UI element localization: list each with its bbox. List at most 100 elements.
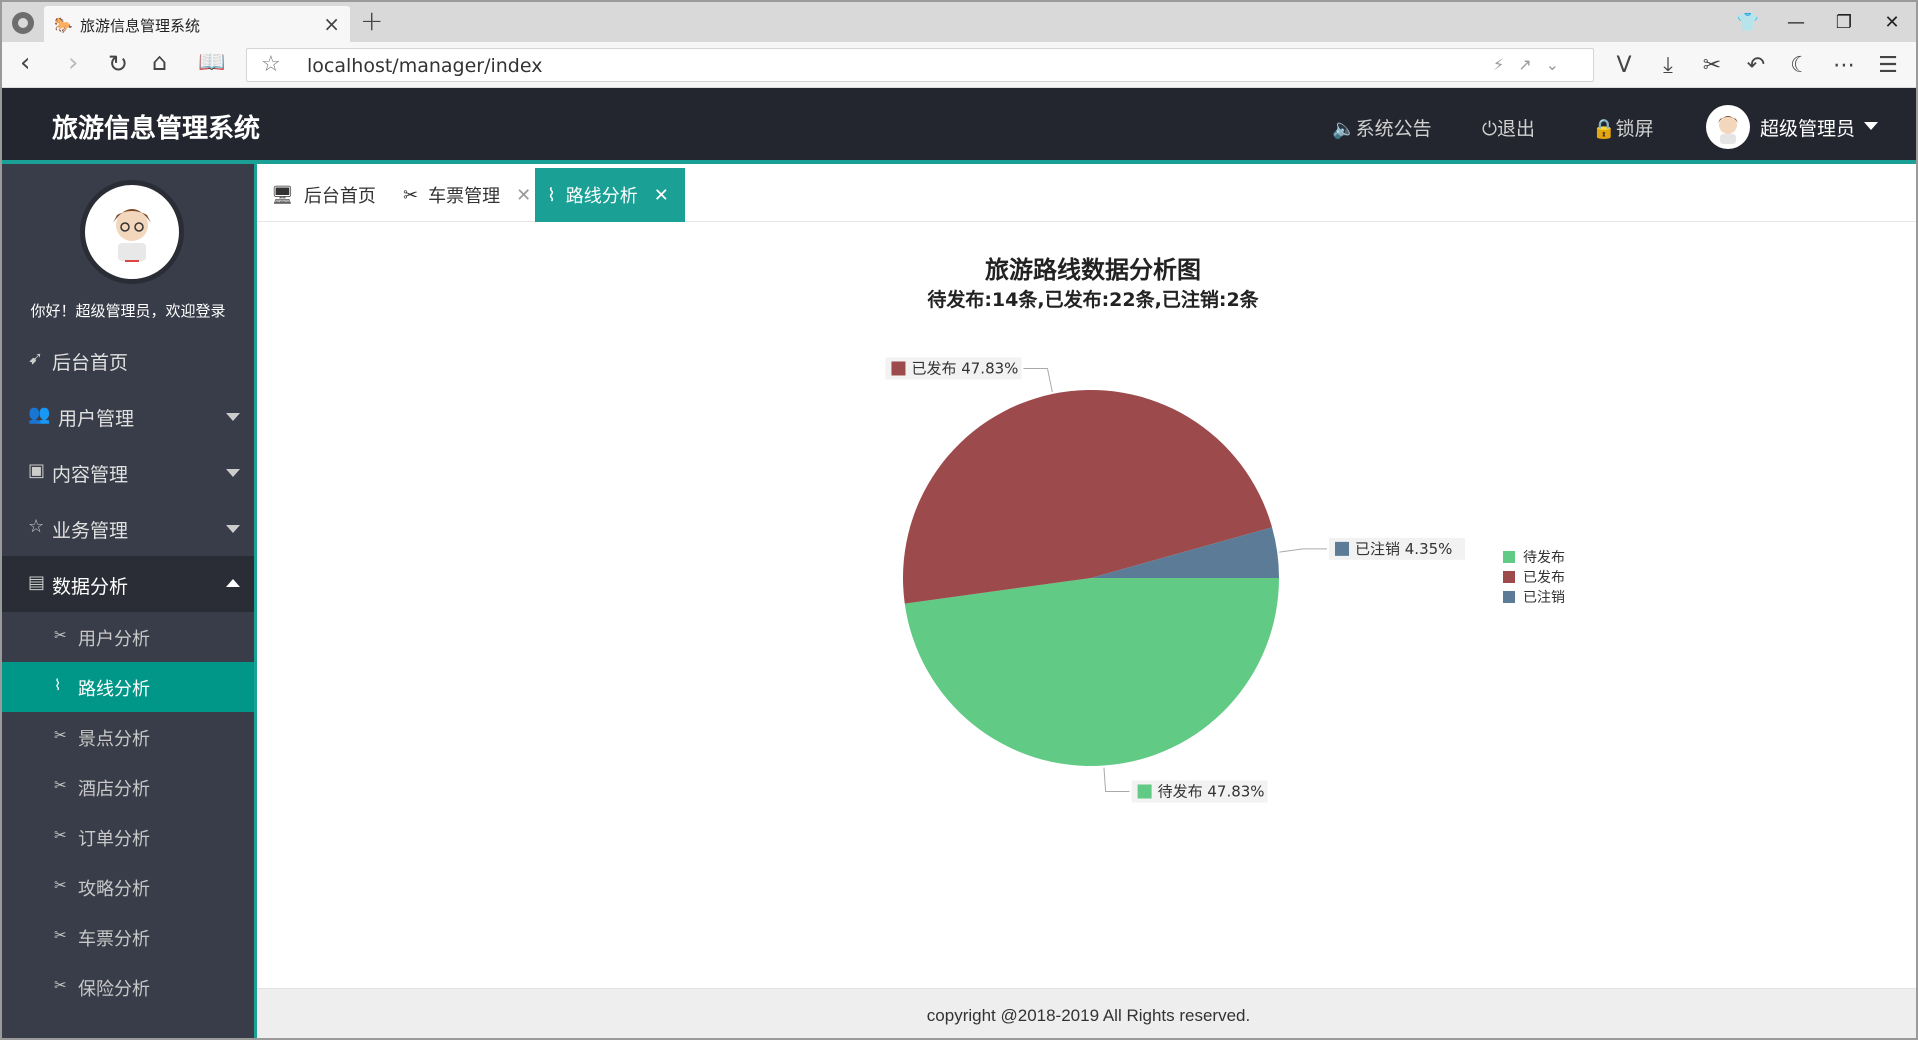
logout-link[interactable]: ⏻退出 (1482, 114, 1535, 141)
pulse-icon: ⌇ (547, 184, 556, 206)
home-icon[interactable]: ⌂ (152, 48, 167, 76)
legend-swatch[interactable] (1503, 551, 1515, 563)
pulse-icon: ⌇ (54, 676, 62, 694)
sidebar-item-analysis[interactable]: ▤ 数据分析 (2, 556, 254, 612)
image-icon: ▣ (28, 460, 46, 481)
legend-label[interactable]: 已发布 (1523, 570, 1565, 586)
sidebar-sub-label: 攻略分析 (78, 879, 150, 900)
tab-route-analysis[interactable]: ⌇ 路线分析 ✕ (535, 168, 685, 222)
close-icon[interactable]: ✕ (654, 185, 669, 206)
sidebar-sub-spot-analysis[interactable]: ✂ 景点分析 (2, 712, 254, 762)
star-icon[interactable]: ☆ (261, 52, 281, 77)
browser-tab-bar: 🐎 旅游信息管理系统 × + 👕 — ❐ ✕ (2, 2, 1916, 42)
paper-plane-icon: ➹ (28, 348, 44, 369)
sidebar-sub-user-analysis[interactable]: ✂ 用户分析 (2, 612, 254, 662)
browser-logo-icon[interactable] (12, 12, 34, 34)
window-controls: 👕 — ❐ ✕ (1724, 2, 1916, 42)
shirt-icon[interactable]: 👕 (1724, 2, 1772, 42)
avatar[interactable] (1706, 105, 1750, 149)
back-icon[interactable]: ‹ (20, 48, 30, 78)
restore-button[interactable]: ❐ (1820, 2, 1868, 42)
user-menu[interactable]: 超级管理员 (1760, 114, 1855, 141)
callout-label: 已注销 4.35% (1355, 540, 1452, 558)
chart-title: 旅游路线数据分析图 (985, 256, 1201, 284)
sidebar-sub-label: 用户分析 (78, 629, 150, 650)
tab-home[interactable]: 🖥 后台首页 (267, 168, 380, 222)
menu-icon[interactable]: ☰ (1866, 48, 1910, 82)
more-icon[interactable]: ⋯ (1822, 48, 1866, 82)
tools-icon: ✂ (54, 976, 67, 994)
tab-label: 车票管理 (428, 186, 501, 207)
sidebar-item-business[interactable]: ☆ 业务管理 (2, 500, 254, 556)
legend-swatch[interactable] (1503, 571, 1515, 583)
app-header: 旅游信息管理系统 🔈系统公告 ⏻退出 🔒锁屏 超级管理员 (2, 88, 1916, 164)
sidebar-sub-label: 车票分析 (78, 929, 150, 950)
pie-chart: 旅游路线数据分析图 待发布:14条,已发布:22条,已注销:2条 待发布 47.… (885, 256, 1565, 803)
url-actions-icon[interactable]: ⚡↗⌄ (1493, 55, 1573, 74)
main-content: 🖥 后台首页 ✂ 车票管理 ✕ ⌇ 路线分析 ✕ 旅游路线数据分析图 待发布:1… (254, 164, 1916, 1038)
url-input[interactable]: ☆ localhost/manager/index ⚡↗⌄ (246, 48, 1594, 82)
sidebar-sub-insurance-analysis[interactable]: ✂ 保险分析 (2, 962, 254, 1012)
chevron-down-icon (226, 469, 240, 477)
moon-icon[interactable]: ☾ (1778, 48, 1822, 82)
reader-icon[interactable]: 📖 (198, 50, 225, 75)
chevron-down-icon (226, 525, 240, 533)
lock-icon: 🔒 (1592, 118, 1616, 140)
chart-icon: ▤ (28, 572, 46, 593)
vivaldi-icon[interactable]: V (1602, 48, 1646, 82)
sidebar-item-home[interactable]: ➹ 后台首页 (2, 332, 254, 388)
legend-label[interactable]: 待发布 (1523, 550, 1565, 566)
scissors-icon[interactable]: ✂ (1690, 48, 1734, 82)
sidebar-sub-label: 订单分析 (78, 829, 150, 850)
close-icon[interactable]: × (323, 12, 340, 36)
tab-ticket-management[interactable]: ✂ 车票管理 ✕ (399, 168, 535, 222)
callout-line (1023, 367, 1053, 393)
chevron-up-icon (226, 579, 240, 587)
callout-swatch (891, 361, 906, 376)
url-text[interactable]: localhost/manager/index (307, 55, 542, 77)
chevron-down-icon[interactable] (1864, 122, 1878, 130)
footer: copyright @2018-2019 All Rights reserved… (257, 988, 1916, 1038)
undo-icon[interactable]: ↶ (1734, 48, 1778, 82)
sidebar-sub-ticket-analysis[interactable]: ✂ 车票分析 (2, 912, 254, 962)
sidebar: 你好！超级管理员，欢迎登录 ➹ 后台首页 👥 用户管理 ▣ 内容管理 ☆ 业务管… (2, 164, 254, 1038)
sidebar-item-content[interactable]: ▣ 内容管理 (2, 444, 254, 500)
app-title: 旅游信息管理系统 (52, 114, 261, 144)
tab-label: 路线分析 (565, 186, 638, 207)
browser-toolbar: V ⤓ ✂ ↶ ☾ ⋯ ☰ (1602, 48, 1910, 82)
chevron-down-icon (226, 413, 240, 421)
sidebar-sub-order-analysis[interactable]: ✂ 订单分析 (2, 812, 254, 862)
sidebar-item-label: 后台首页 (52, 352, 129, 374)
minimize-button[interactable]: — (1772, 2, 1820, 42)
slice-pending[interactable] (904, 578, 1279, 766)
reload-icon[interactable]: ↻ (108, 50, 128, 78)
chart-subtitle: 待发布:14条,已发布:22条,已注销:2条 (927, 288, 1259, 311)
monitor-icon: 🖥 (271, 184, 294, 206)
sidebar-sub-label: 酒店分析 (78, 779, 150, 800)
legend-swatch[interactable] (1503, 591, 1515, 603)
callout-line (1279, 548, 1328, 553)
sidebar-item-label: 内容管理 (52, 464, 129, 486)
callout-label: 已发布 47.83% (911, 359, 1018, 377)
close-window-button[interactable]: ✕ (1868, 2, 1916, 42)
tools-icon: ✂ (403, 184, 419, 206)
legend-label[interactable]: 已注销 (1523, 590, 1565, 606)
sidebar-sub-guide-analysis[interactable]: ✂ 攻略分析 (2, 862, 254, 912)
sidebar-sub-route-analysis[interactable]: ⌇ 路线分析 (2, 662, 254, 712)
close-icon[interactable]: ✕ (516, 185, 531, 206)
download-icon[interactable]: ⤓ (1646, 48, 1690, 82)
power-icon: ⏻ (1482, 118, 1498, 140)
sidebar-item-users[interactable]: 👥 用户管理 (2, 388, 254, 444)
new-tab-button[interactable]: + (360, 4, 383, 37)
sidebar-sub-hotel-analysis[interactable]: ✂ 酒店分析 (2, 762, 254, 812)
forward-icon[interactable]: › (68, 48, 78, 78)
tools-icon: ✂ (54, 876, 67, 894)
browser-tab[interactable]: 🐎 旅游信息管理系统 × (44, 6, 350, 42)
browser-tab-title: 旅游信息管理系统 (80, 17, 201, 35)
users-icon: 👥 (28, 404, 51, 425)
tools-icon: ✂ (54, 826, 67, 844)
sidebar-item-label: 业务管理 (52, 520, 129, 542)
lock-link[interactable]: 🔒锁屏 (1592, 114, 1654, 141)
notice-link[interactable]: 🔈系统公告 (1332, 114, 1432, 141)
speaker-icon: 🔈 (1332, 118, 1356, 140)
